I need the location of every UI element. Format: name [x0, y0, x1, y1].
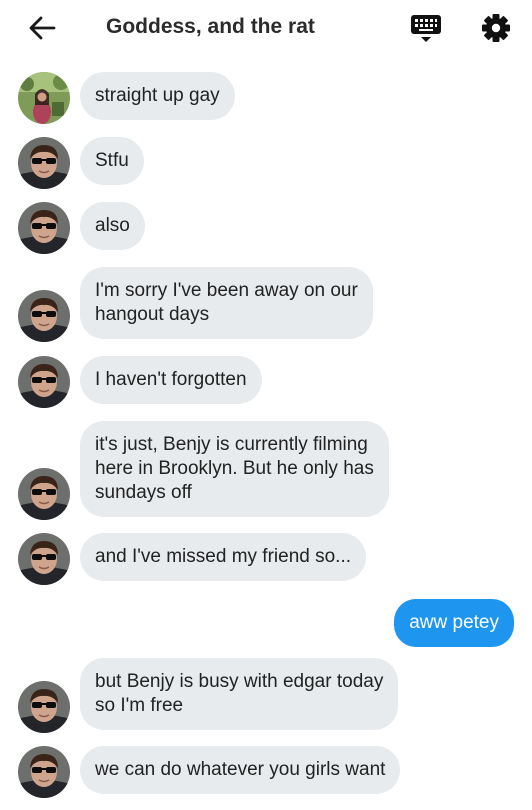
avatar-rat[interactable]	[18, 356, 70, 408]
message-bubble-incoming[interactable]: I'm sorry I've been away on our hangout …	[80, 267, 373, 339]
avatar-rat[interactable]	[18, 137, 70, 189]
avatar-rat-photo	[18, 137, 70, 189]
avatar-rat[interactable]	[18, 533, 70, 585]
avatar-rat-photo	[18, 202, 70, 254]
message-bubble-incoming[interactable]: straight up gay	[80, 72, 235, 120]
keyboard-icon	[411, 15, 441, 42]
avatar-rat[interactable]	[18, 746, 70, 798]
chat-header: Goddess, and the rat	[0, 0, 532, 56]
gear-icon	[482, 14, 510, 42]
message-bubble-incoming[interactable]: and I've missed my friend so...	[80, 533, 367, 581]
avatar-goddess[interactable]	[18, 72, 70, 124]
message-bubble-outgoing[interactable]: aww petey	[394, 599, 514, 647]
message-bubble-incoming[interactable]: also	[80, 202, 145, 250]
chat-title: Goddess, and the rat	[106, 15, 315, 38]
avatar-rat-photo	[18, 746, 70, 798]
avatar-rat-photo	[18, 290, 70, 342]
avatar-rat-photo	[18, 356, 70, 408]
message-bubble-incoming[interactable]: Stfu	[80, 137, 144, 185]
avatar-rat-photo	[18, 533, 70, 585]
message-bubble-incoming[interactable]: but Benjy is busy with edgar today so I'…	[80, 658, 399, 730]
avatar-rat[interactable]	[18, 290, 70, 342]
message-bubble-incoming[interactable]: we can do whatever you girls want	[80, 746, 401, 794]
avatar-rat[interactable]	[18, 681, 70, 733]
settings-button[interactable]	[478, 10, 514, 46]
message-bubble-incoming[interactable]: I haven't forgotten	[80, 356, 262, 404]
back-button[interactable]	[24, 12, 60, 44]
keyboard-button[interactable]	[408, 10, 444, 46]
avatar-rat-photo	[18, 681, 70, 733]
message-bubble-incoming[interactable]: it's just, Benjy is currently filming he…	[80, 421, 389, 517]
avatar-rat[interactable]	[18, 202, 70, 254]
avatar-rat[interactable]	[18, 468, 70, 520]
avatar-rat-photo	[18, 468, 70, 520]
avatar-goddess-photo	[18, 72, 70, 124]
back-arrow-icon	[29, 16, 56, 40]
